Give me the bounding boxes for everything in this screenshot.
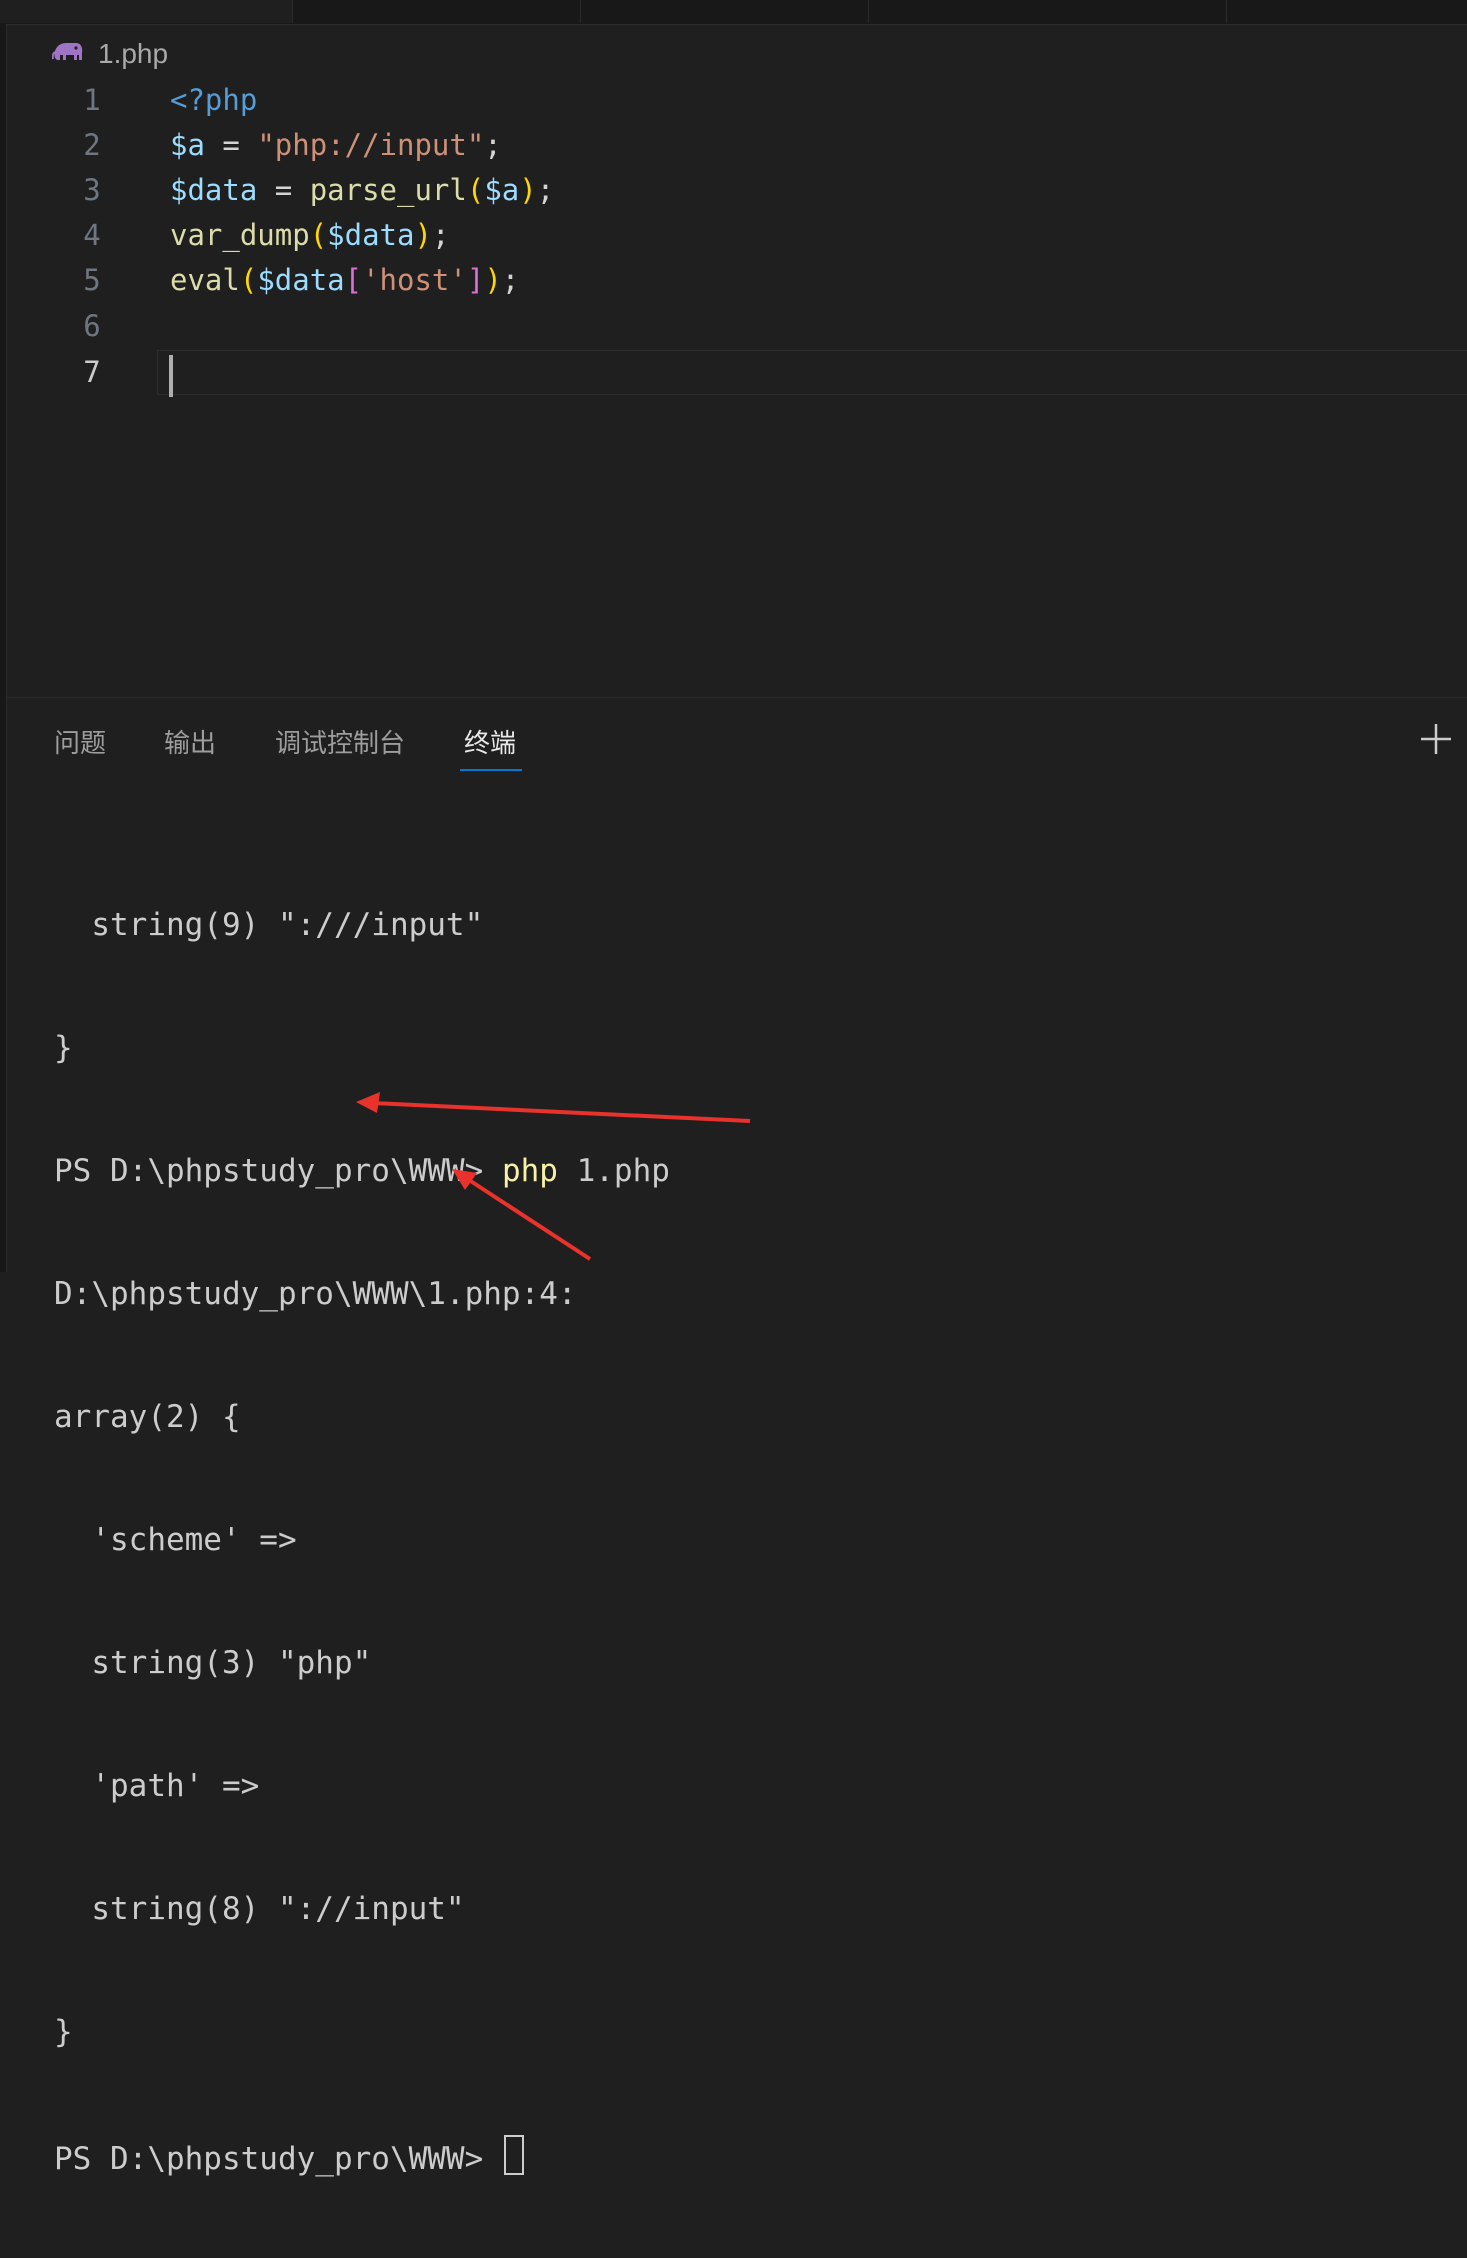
line-number: 3 [83,173,101,207]
line-number: 2 [83,128,101,162]
terminal-line: } [54,1030,73,1066]
code-line-current[interactable]: 7 [7,350,1467,397]
text-cursor [169,355,173,397]
code-token-bracket: ( [239,263,258,297]
code-token-variable: $data [327,218,415,252]
panel-tab-bar: 问题 输出 调试控制台 终端 [7,698,1467,778]
terminal-line: array(2) { [54,1399,241,1435]
breadcrumb-file-name[interactable]: 1.php [98,38,168,70]
code-token-operator: = [204,128,258,162]
code-token-variable: $data [170,173,258,207]
terminal-line: 'scheme' => [54,1522,297,1558]
plus-icon[interactable] [1419,722,1453,756]
terminal-line: string(3) "php" [54,1645,372,1681]
code-line: 1 <?php [7,78,1467,123]
terminal-line: string(9) ":///input" [54,907,484,943]
code-token-bracket: ) [414,218,432,252]
editor-tab[interactable] [581,0,869,23]
code-token-variable: $a [484,173,520,207]
terminal-output[interactable]: string(9) ":///input" } PS D:\phpstudy_p… [54,823,670,2258]
code-token-semicolon: ; [501,263,520,297]
line-number: 4 [83,218,101,252]
tab-problems[interactable]: 问题 [54,723,106,763]
code-token-semicolon: ; [536,173,555,207]
current-line-highlight [157,350,1467,395]
code-token-bracket: ) [484,263,502,297]
terminal-prompt: PS D:\phpstudy_pro\WWW> [54,2141,502,2177]
line-number-current: 7 [83,355,101,389]
code-line: 5 eval($data['host']); [7,258,1467,303]
editor-tab-strip [0,0,1467,25]
editor-tab-active[interactable] [0,0,293,23]
terminal-prompt-line: PS D:\phpstudy_pro\WWW> [54,2135,670,2177]
code-token-semicolon: ; [431,218,450,252]
terminal-cursor [503,2135,524,2175]
code-token-operator: = [257,173,310,207]
code-line: 6 [7,304,1467,349]
code-token-variable: $data [257,263,345,297]
code-token-bracket: ] [466,263,485,297]
code-token-variable: $a [170,128,205,162]
terminal-line: 'path' => [54,1768,260,1804]
code-token-function: parse_url [309,173,467,207]
terminal-line: } [54,2014,73,2050]
php-open-tag: <?php [170,83,258,117]
terminal-line: string(8) "://input" [54,1891,465,1927]
code-token-bracket: [ [344,263,363,297]
activity-edge [0,24,7,1272]
tab-debug-console[interactable]: 调试控制台 [275,723,405,763]
bottom-panel: 问题 输出 调试控制台 终端 string(9) ":///input" } P… [7,697,1467,2177]
code-token-function: var_dump [170,218,310,252]
line-number: 1 [83,83,101,117]
code-token-function: eval [170,263,240,297]
terminal-prompt: PS D:\phpstudy_pro\WWW> [54,1153,502,1189]
code-token-bracket: ( [466,173,485,207]
terminal-command: php [501,1153,558,1189]
code-line: 4 var_dump($data); [7,213,1467,258]
editor-tab[interactable] [869,0,1227,23]
code-token-semicolon: ; [484,128,502,162]
code-line: 3 $data = parse_url($a); [7,168,1467,213]
code-token-string: "php://input" [257,128,485,162]
code-token-string: 'host' [362,263,467,297]
tab-terminal[interactable]: 终端 [464,723,516,763]
php-elephant-icon [51,40,84,68]
code-token-bracket: ( [309,218,328,252]
code-token-bracket: ) [519,173,537,207]
terminal-line: D:\phpstudy_pro\WWW\1.php:4: [54,1276,577,1312]
terminal-command-arg: 1.php [557,1153,670,1189]
code-line: 2 $a = "php://input"; [7,123,1467,168]
line-number: 6 [83,309,101,343]
active-tab-indicator [460,769,522,771]
editor-tab[interactable] [293,0,581,23]
breadcrumb[interactable]: 1.php [51,34,168,74]
line-number: 5 [83,263,101,297]
editor-tab[interactable] [1227,0,1467,23]
terminal-prompt-line: PS D:\phpstudy_pro\WWW> php 1.php [54,1151,670,1192]
tab-output[interactable]: 输出 [164,723,216,763]
code-editor[interactable]: 1 <?php 2 $a = "php://input"; 3 $data = … [7,78,1467,696]
